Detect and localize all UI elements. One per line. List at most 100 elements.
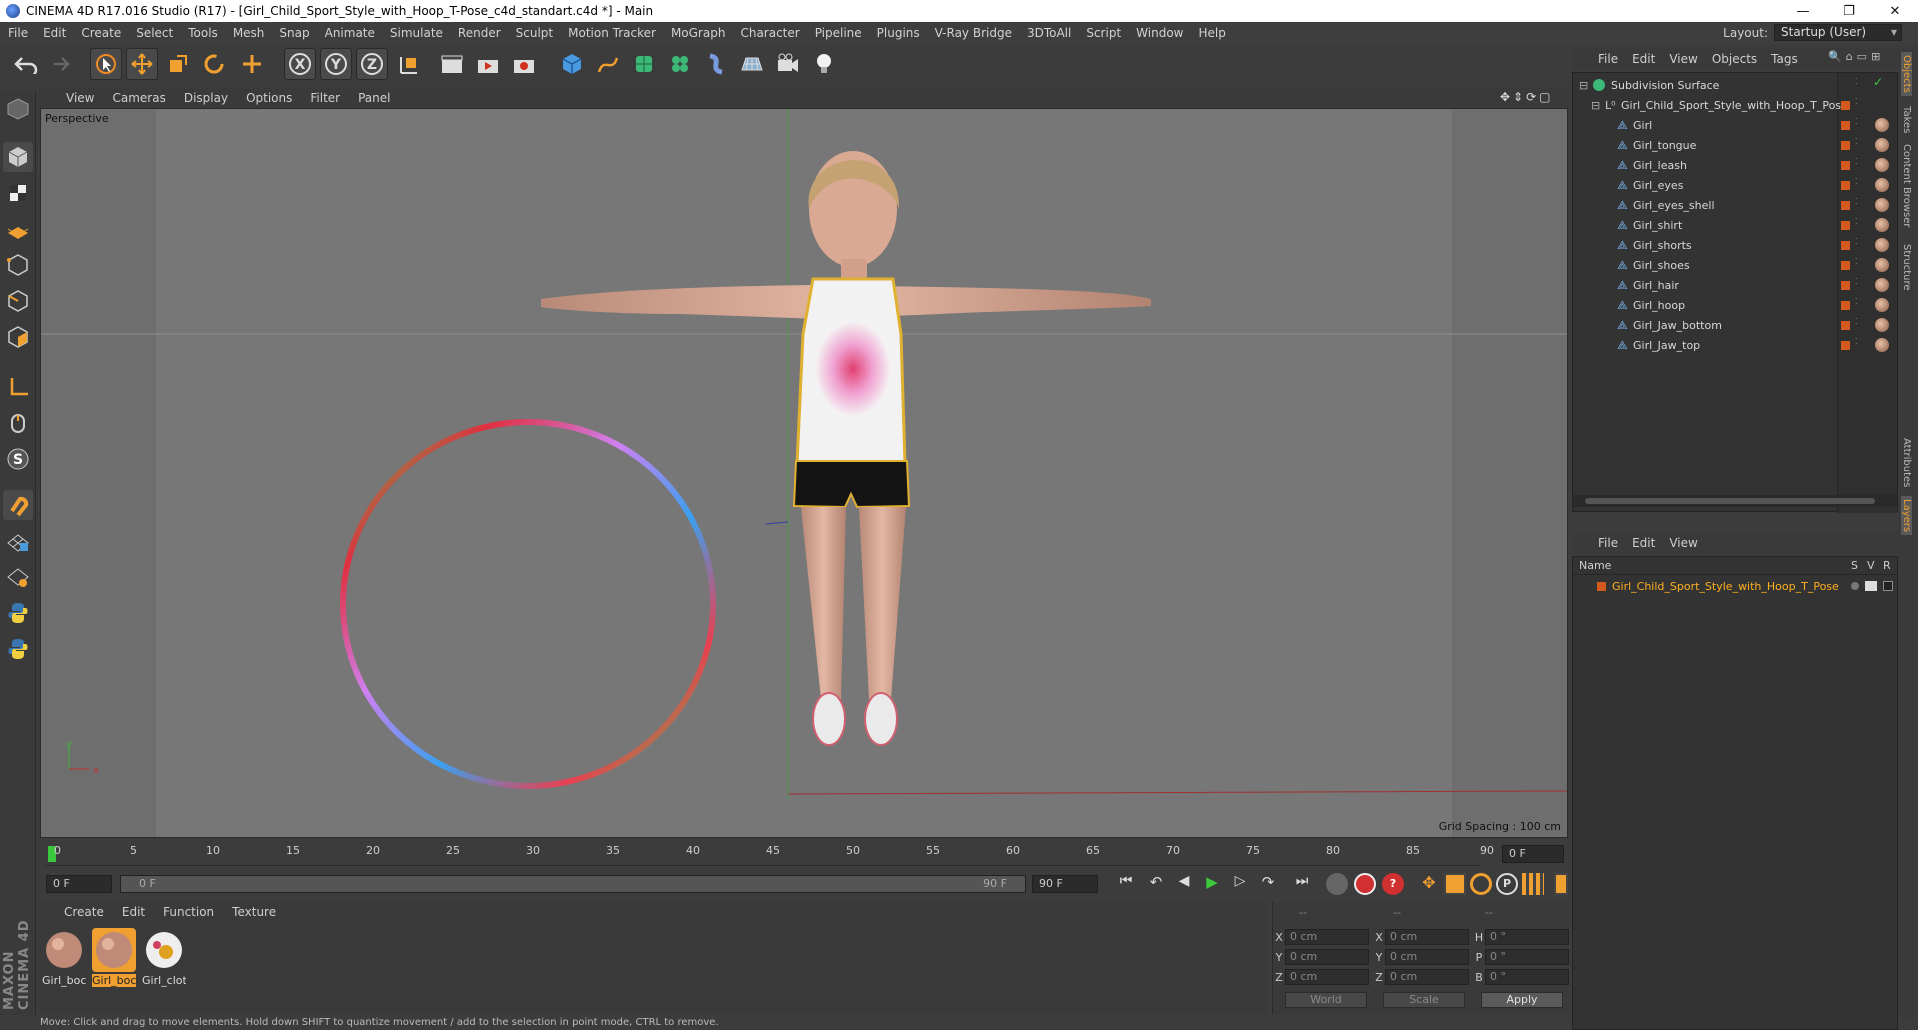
layer-color-dot[interactable] [1841,161,1850,170]
rotation-b-field[interactable]: 0 ° [1485,969,1569,985]
redo-button[interactable] [42,48,74,80]
goto-end-icon[interactable]: ⏭ [1290,873,1314,895]
points-mode-button[interactable] [3,250,33,280]
material-menu-texture[interactable]: Texture [232,905,276,919]
menu-help[interactable]: Help [1198,26,1225,40]
menu-pipeline[interactable]: Pipeline [815,26,862,40]
scale-tool-button[interactable] [162,48,194,80]
visibility-dots[interactable]: ⁚ [1855,338,1859,351]
material-item[interactable]: Girl_clot [142,928,186,987]
layer-row[interactable]: Girl_Child_Sport_Style_with_Hoop_T_Pose [1573,577,1897,595]
layer-menu-edit[interactable]: Edit [1632,536,1655,550]
edges-mode-button[interactable] [3,286,33,316]
texture-mode-button[interactable] [3,178,33,208]
floor-object-button[interactable] [736,48,768,80]
material-menu-function[interactable]: Function [163,905,214,919]
layer-color-dot[interactable] [1841,181,1850,190]
render-to-picture-viewer-button[interactable] [472,48,504,80]
z-axis-lock-button[interactable]: Z [356,48,388,80]
tab-content-browser[interactable]: Content Browser [1901,144,1912,227]
motion-record-icon[interactable] [1326,873,1348,895]
viewport-nav-icons[interactable]: ✥⇕⟳▢ [1500,90,1564,106]
coordinate-space-dropdown[interactable]: World [1285,992,1367,1008]
size-z-field[interactable]: 0 cm [1385,969,1469,985]
material-tag-icon[interactable] [1875,338,1889,352]
material-tag-icon[interactable] [1875,138,1889,152]
menu-vray-bridge[interactable]: V-Ray Bridge [935,26,1012,40]
object-menu-file[interactable]: File [1598,52,1618,66]
menu-plugins[interactable]: Plugins [877,26,920,40]
visibility-dots[interactable]: ⁚ [1855,298,1859,311]
perspective-viewport[interactable]: Perspective y x Grid Spacing: 100 cm [40,108,1568,838]
layer-color-dot[interactable] [1841,141,1850,150]
layer-solo-toggle[interactable] [1851,582,1859,590]
object-horizontal-scrollbar[interactable] [1573,495,1897,507]
menu-snap[interactable]: Snap [279,26,309,40]
material-tag-icon[interactable] [1875,318,1889,332]
spline-pen-button[interactable] [592,48,624,80]
snap-toggle-button[interactable]: S [3,444,33,474]
deformer-button[interactable] [700,48,732,80]
make-editable-button[interactable] [3,94,33,124]
material-tag-icon[interactable] [1875,198,1889,212]
material-tag-icon[interactable] [1875,178,1889,192]
layer-color-dot[interactable] [1841,321,1850,330]
render-view-button[interactable] [436,48,468,80]
current-frame-field[interactable]: 0 F [1502,845,1564,863]
tab-takes[interactable]: Takes [1901,106,1912,133]
menu-simulate[interactable]: Simulate [390,26,443,40]
object-menu-objects[interactable]: Objects [1712,52,1757,66]
position-y-field[interactable]: 0 cm [1285,949,1369,965]
size-y-field[interactable]: 0 cm [1385,949,1469,965]
tab-attributes[interactable]: Attributes [1901,438,1912,487]
y-axis-lock-button[interactable]: Y [320,48,352,80]
scale-mode-dropdown[interactable]: Scale [1383,992,1465,1008]
workplane-mode-button[interactable] [3,214,33,244]
menu-file[interactable]: File [8,26,28,40]
visibility-dots[interactable]: ⁚ [1855,118,1859,131]
viewport-menu-filter[interactable]: Filter [310,91,340,105]
object-menu-tags[interactable]: Tags [1771,52,1798,66]
tab-objects[interactable]: Objects [1901,52,1912,96]
material-tag-icon[interactable] [1875,298,1889,312]
maximize-button[interactable]: ❐ [1826,0,1872,22]
material-menu-create[interactable]: Create [64,905,104,919]
visibility-dots[interactable]: ⁚ [1855,218,1859,231]
grid-solo-button[interactable] [3,562,33,592]
collapse-icon[interactable]: ⊟ [1579,79,1589,92]
material-tag-icon[interactable] [1875,158,1889,172]
material-tag-icon[interactable] [1875,278,1889,292]
magnet-snap-button[interactable] [3,490,33,520]
keyframe-pla-icon[interactable] [1522,873,1544,895]
tab-layers[interactable]: Layers [1901,496,1912,536]
menu-animate[interactable]: Animate [325,26,375,40]
layout-dropdown[interactable]: Startup (User) [1774,24,1902,41]
visibility-dots[interactable]: ⁚ [1855,158,1859,171]
visibility-dots[interactable]: ⁚ [1855,238,1859,251]
keyframe-position-icon[interactable]: ✥ [1418,873,1440,895]
material-item-selected[interactable]: Girl_boc [92,928,136,987]
layer-menu-view[interactable]: View [1669,536,1697,550]
keyframe-parameter-icon[interactable]: P [1496,873,1518,895]
layer-color-dot[interactable] [1841,221,1850,230]
viewport-menu-options[interactable]: Options [246,91,292,105]
grid-lock-button[interactable] [3,526,33,556]
rotation-p-field[interactable]: 0 ° [1485,949,1569,965]
x-axis-lock-button[interactable]: X [284,48,316,80]
timeline-window-icon[interactable] [1554,873,1568,895]
minimize-button[interactable]: — [1780,0,1826,22]
menu-render[interactable]: Render [458,26,501,40]
close-button[interactable]: ✕ [1872,0,1918,22]
viewport-menu-view[interactable]: View [66,91,94,105]
visibility-dots[interactable]: ⁚ [1855,198,1859,211]
play-icon[interactable]: ▶ [1200,873,1224,895]
visibility-dots[interactable]: ⁚ [1855,78,1859,91]
layer-color-swatch[interactable] [1597,581,1606,591]
layer-visible-eye-icon[interactable] [1865,581,1877,591]
menu-character[interactable]: Character [740,26,799,40]
previous-key-icon[interactable]: ↶ [1144,873,1168,895]
keyframe-scale-icon[interactable] [1444,873,1466,895]
material-tag-icon[interactable] [1875,118,1889,132]
end-frame-field[interactable]: 90 F [1032,875,1098,893]
object-manager-tools[interactable]: 🔍⌂▭⊞ [1828,50,1894,68]
